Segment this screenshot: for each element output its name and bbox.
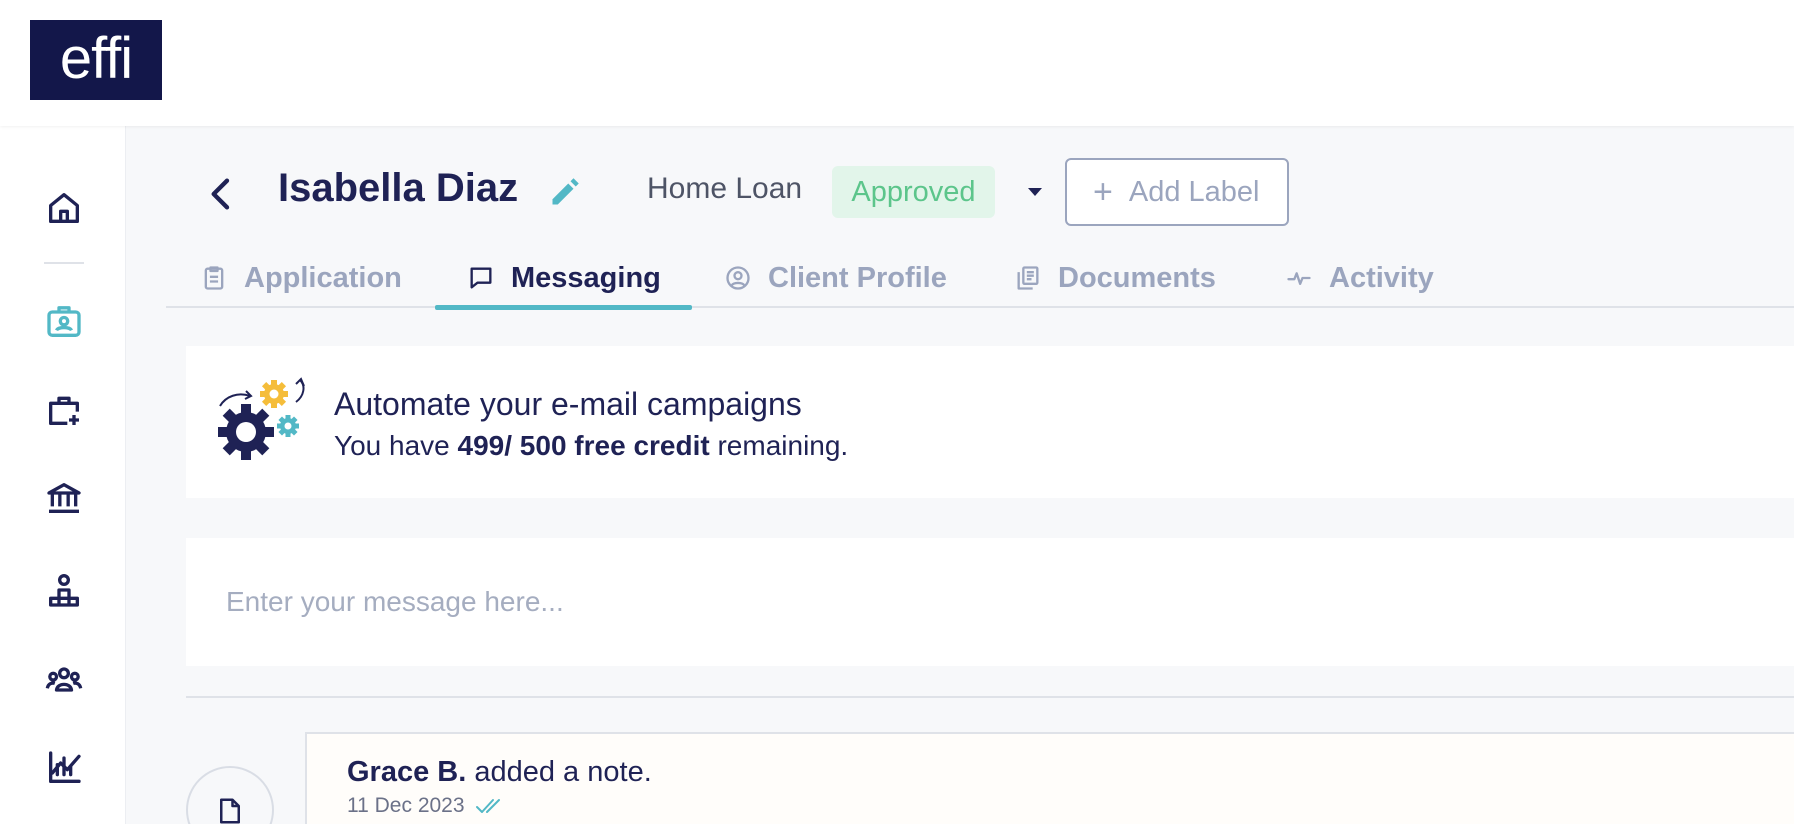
activity-icon bbox=[1287, 272, 1311, 285]
top-bar: effi bbox=[0, 0, 1794, 126]
tab-label: Activity bbox=[1329, 261, 1434, 294]
credit-count: 499/ 500 free credit bbox=[457, 430, 710, 461]
note-object: note. bbox=[587, 756, 652, 788]
pencil-icon[interactable] bbox=[548, 173, 584, 209]
back-arrow-icon[interactable] bbox=[202, 174, 242, 214]
message-composer bbox=[186, 538, 1794, 666]
active-tab-indicator bbox=[435, 305, 692, 310]
sidebar-item-team[interactable] bbox=[40, 656, 88, 704]
chat-icon bbox=[470, 267, 492, 289]
message-input[interactable] bbox=[226, 576, 1726, 628]
automation-banner: Automate your e-mail campaigns You have … bbox=[186, 346, 1794, 498]
app-logo[interactable]: effi bbox=[30, 20, 162, 100]
note-icon bbox=[220, 798, 240, 824]
clipboard-icon bbox=[204, 266, 224, 290]
user-circle-icon bbox=[726, 266, 750, 290]
client-name: Isabella Diaz bbox=[278, 166, 519, 210]
tab-messaging[interactable]: Messaging bbox=[467, 248, 661, 308]
person-stand-icon bbox=[49, 574, 80, 607]
sidebar-item-new-deal[interactable] bbox=[40, 386, 88, 434]
timeline-note[interactable]: Grace B. added a note. 11 Dec 2023 bbox=[305, 732, 1794, 824]
briefcase-plus-icon bbox=[49, 396, 80, 425]
tab-client-profile[interactable]: Client Profile bbox=[724, 248, 947, 308]
tab-label: Messaging bbox=[511, 261, 661, 294]
tab-label: Application bbox=[244, 261, 402, 294]
banner-subtitle: You have 499/ 500 free credit remaining. bbox=[334, 430, 848, 462]
sidebar-item-referrers[interactable] bbox=[40, 566, 88, 614]
tab-documents[interactable]: Documents bbox=[1014, 248, 1216, 308]
divider bbox=[186, 696, 1794, 698]
team-icon bbox=[45, 667, 83, 692]
contact-card-icon bbox=[47, 306, 81, 337]
plus-icon: + bbox=[1093, 172, 1113, 211]
tab-label: Client Profile bbox=[768, 261, 947, 294]
banner-title: Automate your e-mail campaigns bbox=[334, 386, 802, 422]
tab-activity[interactable]: Activity bbox=[1285, 248, 1434, 308]
bank-icon bbox=[47, 483, 81, 513]
add-label-text: Add Label bbox=[1128, 175, 1260, 208]
sidebar-item-clients[interactable] bbox=[40, 298, 88, 346]
caret-down-icon[interactable] bbox=[1020, 180, 1050, 204]
sidebar-divider bbox=[44, 262, 84, 264]
note-date: 11 Dec 2023 bbox=[347, 794, 465, 817]
banner-subtitle-prefix: You have bbox=[334, 430, 458, 461]
tab-label: Documents bbox=[1058, 261, 1216, 294]
sidebar-item-lenders[interactable] bbox=[40, 474, 88, 522]
chart-icon bbox=[49, 751, 81, 783]
home-icon bbox=[49, 193, 80, 223]
tab-bar: Application Messaging Client Profile Doc… bbox=[166, 248, 1794, 308]
double-check-icon bbox=[475, 799, 500, 813]
status-badge[interactable]: Approved bbox=[832, 166, 995, 218]
documents-icon bbox=[1017, 266, 1039, 290]
note-action: added a bbox=[474, 756, 580, 788]
note-author[interactable]: Grace B. bbox=[347, 756, 466, 788]
loan-type: Home Loan bbox=[647, 172, 803, 205]
sidebar-item-home[interactable] bbox=[40, 184, 88, 232]
add-label-button[interactable]: + Add Label bbox=[1065, 158, 1289, 226]
note-meta: 11 Dec 2023 bbox=[347, 794, 507, 818]
timeline-marker bbox=[186, 766, 274, 824]
sidebar-item-reports[interactable] bbox=[40, 744, 88, 792]
note-summary: Grace B. added a note. bbox=[347, 756, 652, 789]
gears-icon bbox=[218, 377, 305, 460]
banner-subtitle-suffix: remaining. bbox=[709, 430, 849, 461]
tab-application[interactable]: Application bbox=[200, 248, 402, 308]
sidebar bbox=[0, 126, 126, 824]
